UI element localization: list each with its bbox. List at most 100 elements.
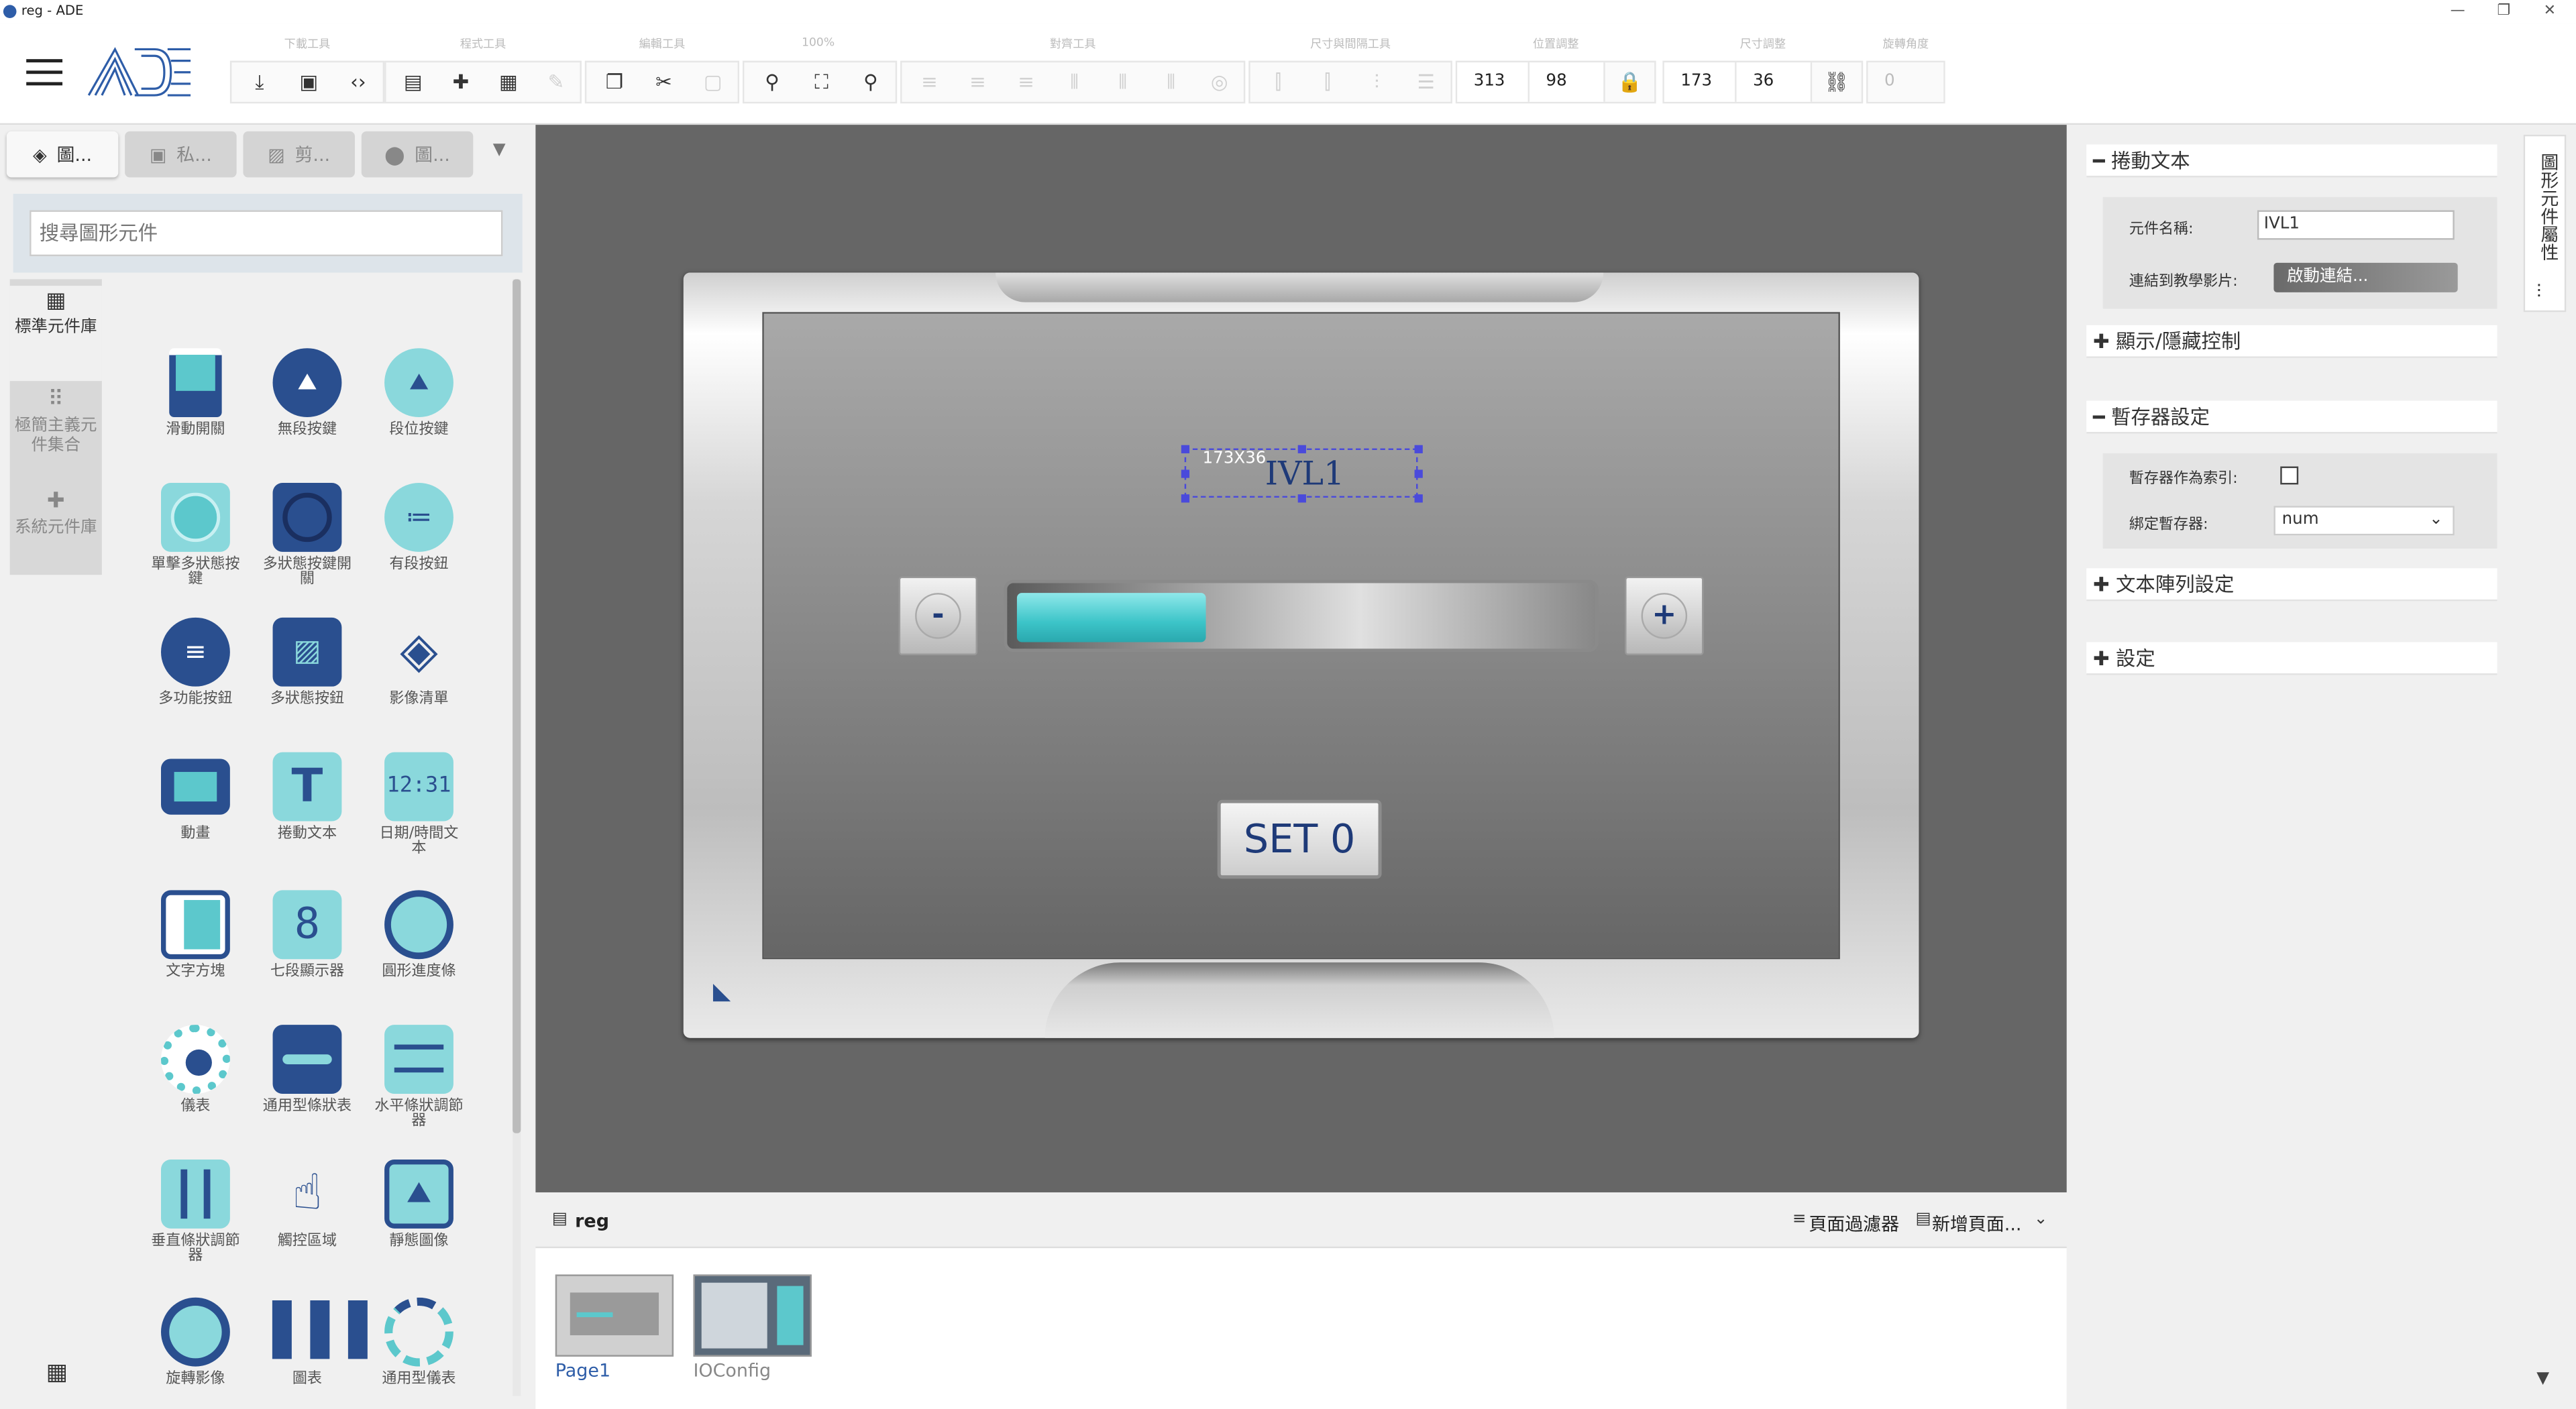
tab-clipart[interactable]: ▨ 剪... <box>243 131 355 178</box>
component-horizontal-slider[interactable]: 水平條狀調節器 <box>373 1025 465 1130</box>
same-width-icon[interactable]: ⫿ <box>1254 62 1303 102</box>
component-general-bar[interactable]: 通用型條狀表 <box>261 1025 353 1115</box>
resize-handle[interactable] <box>1297 494 1306 503</box>
tab-map[interactable]: ⬤ 圖... <box>361 131 474 178</box>
size-width-input[interactable]: 173 <box>1664 62 1737 102</box>
component-click-multistate-button[interactable]: 單擊多狀態按鍵 <box>150 483 241 588</box>
set-zero-button[interactable]: SET 0 <box>1217 799 1382 879</box>
design-canvas[interactable]: ◣ 173X36 IVL1 - + SET 0 <box>535 125 2067 1192</box>
io-config-icon[interactable]: ▤ <box>389 62 437 102</box>
section-register[interactable]: ━ 暫存器設定 <box>2086 400 2498 434</box>
size-height-input[interactable]: 36 <box>1736 62 1813 102</box>
page-thumb-page1[interactable] <box>555 1274 674 1357</box>
scrollbar[interactable] <box>513 279 521 1396</box>
download-icon[interactable]: ⤓ <box>235 62 284 102</box>
category-minimalism[interactable]: ⠿ 極簡主義元件集合 <box>10 389 102 457</box>
plugin-icon[interactable]: ✚ <box>437 62 484 102</box>
slider-track[interactable] <box>1004 579 1599 653</box>
align-bottom-icon[interactable]: ⫴ <box>1147 62 1195 102</box>
hamburger-menu-icon[interactable] <box>26 59 63 86</box>
component-step-button-2[interactable]: ≔ 有段按鈕 <box>373 483 465 573</box>
component-general-gauge[interactable]: 通用型儀表 <box>373 1297 465 1388</box>
component-name-field[interactable]: IVL1 <box>2257 210 2455 240</box>
category-system[interactable]: ✚ 系統元件庫 <box>10 491 102 539</box>
component-multifunction-button[interactable]: ≡ 多功能按鈕 <box>150 617 241 708</box>
spacing-h-icon[interactable]: ⫶ <box>1352 62 1401 102</box>
paste-icon[interactable]: ▢ <box>688 62 737 102</box>
widgets-icon[interactable]: ▦ <box>484 62 532 102</box>
page-filter-button[interactable]: 頁面過濾器 <box>1809 1210 1899 1237</box>
spacing-v-icon[interactable]: ☰ <box>1401 62 1450 102</box>
apps-grid-icon[interactable]: ▦ <box>46 1360 68 1386</box>
register-index-checkbox[interactable] <box>2280 466 2299 485</box>
component-text-box[interactable]: 文字方塊 <box>150 890 241 980</box>
rotation-input[interactable]: 0 <box>1868 62 1944 102</box>
resize-handle[interactable] <box>1414 469 1423 478</box>
position-y-input[interactable]: 98 <box>1529 62 1605 102</box>
section-text-array[interactable]: ✚ 文本陣列設定 <box>2086 568 2498 602</box>
new-page-button[interactable]: 新增頁面... <box>1932 1210 2021 1237</box>
maximize-button[interactable]: ❐ <box>2481 0 2527 23</box>
position-x-input[interactable]: 313 <box>1457 62 1530 102</box>
component-scroll-text[interactable]: T 捲動文本 <box>261 752 353 843</box>
component-chart[interactable]: ▌▌▌ 圖表 <box>261 1298 387 1388</box>
resize-handle[interactable] <box>1414 494 1423 503</box>
component-gauge[interactable]: 儀表 <box>150 1025 241 1115</box>
chevron-down-icon[interactable]: ⌄ <box>2034 1210 2048 1229</box>
fit-screen-icon[interactable]: ⛶ <box>797 62 846 102</box>
align-center-icon[interactable]: ≡ <box>953 62 1002 102</box>
component-seven-segment[interactable]: 8 七段顯示器 <box>261 890 353 980</box>
launch-link-button[interactable]: 啟動連結... <box>2273 262 2458 292</box>
cut-icon[interactable]: ✂ <box>639 62 688 102</box>
align-center-both-icon[interactable]: ◎ <box>1195 62 1244 102</box>
resize-handle[interactable] <box>1414 445 1423 453</box>
component-step-button[interactable]: ⛰ 段位按鍵 <box>373 348 465 439</box>
align-left-icon[interactable]: ≡ <box>905 62 953 102</box>
copy-icon[interactable]: ❐ <box>590 62 639 102</box>
component-multistate-button[interactable]: ▨ 多狀態按鈕 <box>261 617 353 708</box>
align-top-icon[interactable]: ⫴ <box>1051 62 1099 102</box>
same-height-icon[interactable]: ⫿ <box>1303 62 1352 102</box>
page-label-page1[interactable]: Page1 <box>555 1360 610 1382</box>
zoom-in-icon[interactable]: ⚲ <box>846 62 895 102</box>
resize-handle[interactable] <box>1297 445 1306 453</box>
lock-icon[interactable]: 🔒 <box>1605 62 1654 102</box>
search-input[interactable] <box>30 210 503 257</box>
close-button[interactable]: ✕ <box>2527 0 2573 23</box>
link-icon[interactable]: ⛓ <box>1812 62 1861 102</box>
wrench-icon[interactable]: ✎ <box>532 62 580 102</box>
pin-icon[interactable]: ▼ <box>2536 1369 2549 1388</box>
resize-handle[interactable] <box>1181 469 1190 478</box>
section-settings[interactable]: ✚ 設定 <box>2086 642 2498 675</box>
tab-private[interactable]: ▣ 私... <box>125 131 237 178</box>
align-right-icon[interactable]: ≡ <box>1002 62 1051 102</box>
component-slide-switch[interactable]: 滑動開關 <box>150 348 241 439</box>
code-icon[interactable]: ‹› <box>333 62 382 102</box>
properties-vertical-tab[interactable]: 圖形元件屬性 ⫶ <box>2523 134 2567 313</box>
resize-handle[interactable] <box>1181 445 1190 453</box>
bind-register-select[interactable]: num ⌄ <box>2273 506 2455 536</box>
component-rotating-image[interactable]: 旋轉影像 <box>150 1297 241 1388</box>
download-run-icon[interactable]: ▣ <box>284 62 333 102</box>
align-middle-icon[interactable]: ⫴ <box>1099 62 1147 102</box>
section-scroll-text[interactable]: ━ 捲動文本 <box>2086 144 2498 178</box>
pin-panel-icon[interactable]: ▼ <box>493 142 506 160</box>
increment-button[interactable]: + <box>1625 576 1704 656</box>
decrement-button[interactable]: - <box>898 576 978 656</box>
zoom-out-icon[interactable]: ⚲ <box>747 62 796 102</box>
component-vertical-slider[interactable]: 垂直條狀調節器 <box>150 1159 241 1265</box>
page-thumb-ioconfig[interactable] <box>693 1274 812 1357</box>
component-static-image[interactable]: ⛰ 靜態圖像 <box>373 1159 465 1250</box>
component-circular-progress[interactable]: 圓形進度條 <box>373 890 465 980</box>
component-image-list[interactable]: ◈ 影像清單 <box>373 618 465 708</box>
category-standard[interactable]: ▦ 標準元件庫 <box>9 286 102 382</box>
component-datetime-text[interactable]: 12:31 日期/時間文本 <box>373 752 465 858</box>
page-label-ioconfig[interactable]: IOConfig <box>693 1360 771 1382</box>
selected-text-element[interactable]: 173X36 IVL1 <box>1181 445 1423 503</box>
component-touch-area[interactable]: ☝ 觸控區域 <box>261 1160 353 1250</box>
tab-graphics[interactable]: ◈ 圖... <box>6 131 119 178</box>
component-multistate-switch[interactable]: 多狀態按鍵開關 <box>261 483 353 588</box>
minimize-button[interactable]: — <box>2434 0 2481 23</box>
section-show-hide[interactable]: ✚ 顯示/隱藏控制 <box>2086 325 2498 358</box>
component-stepless-button[interactable]: ⛰ 無段按鍵 <box>261 348 353 439</box>
